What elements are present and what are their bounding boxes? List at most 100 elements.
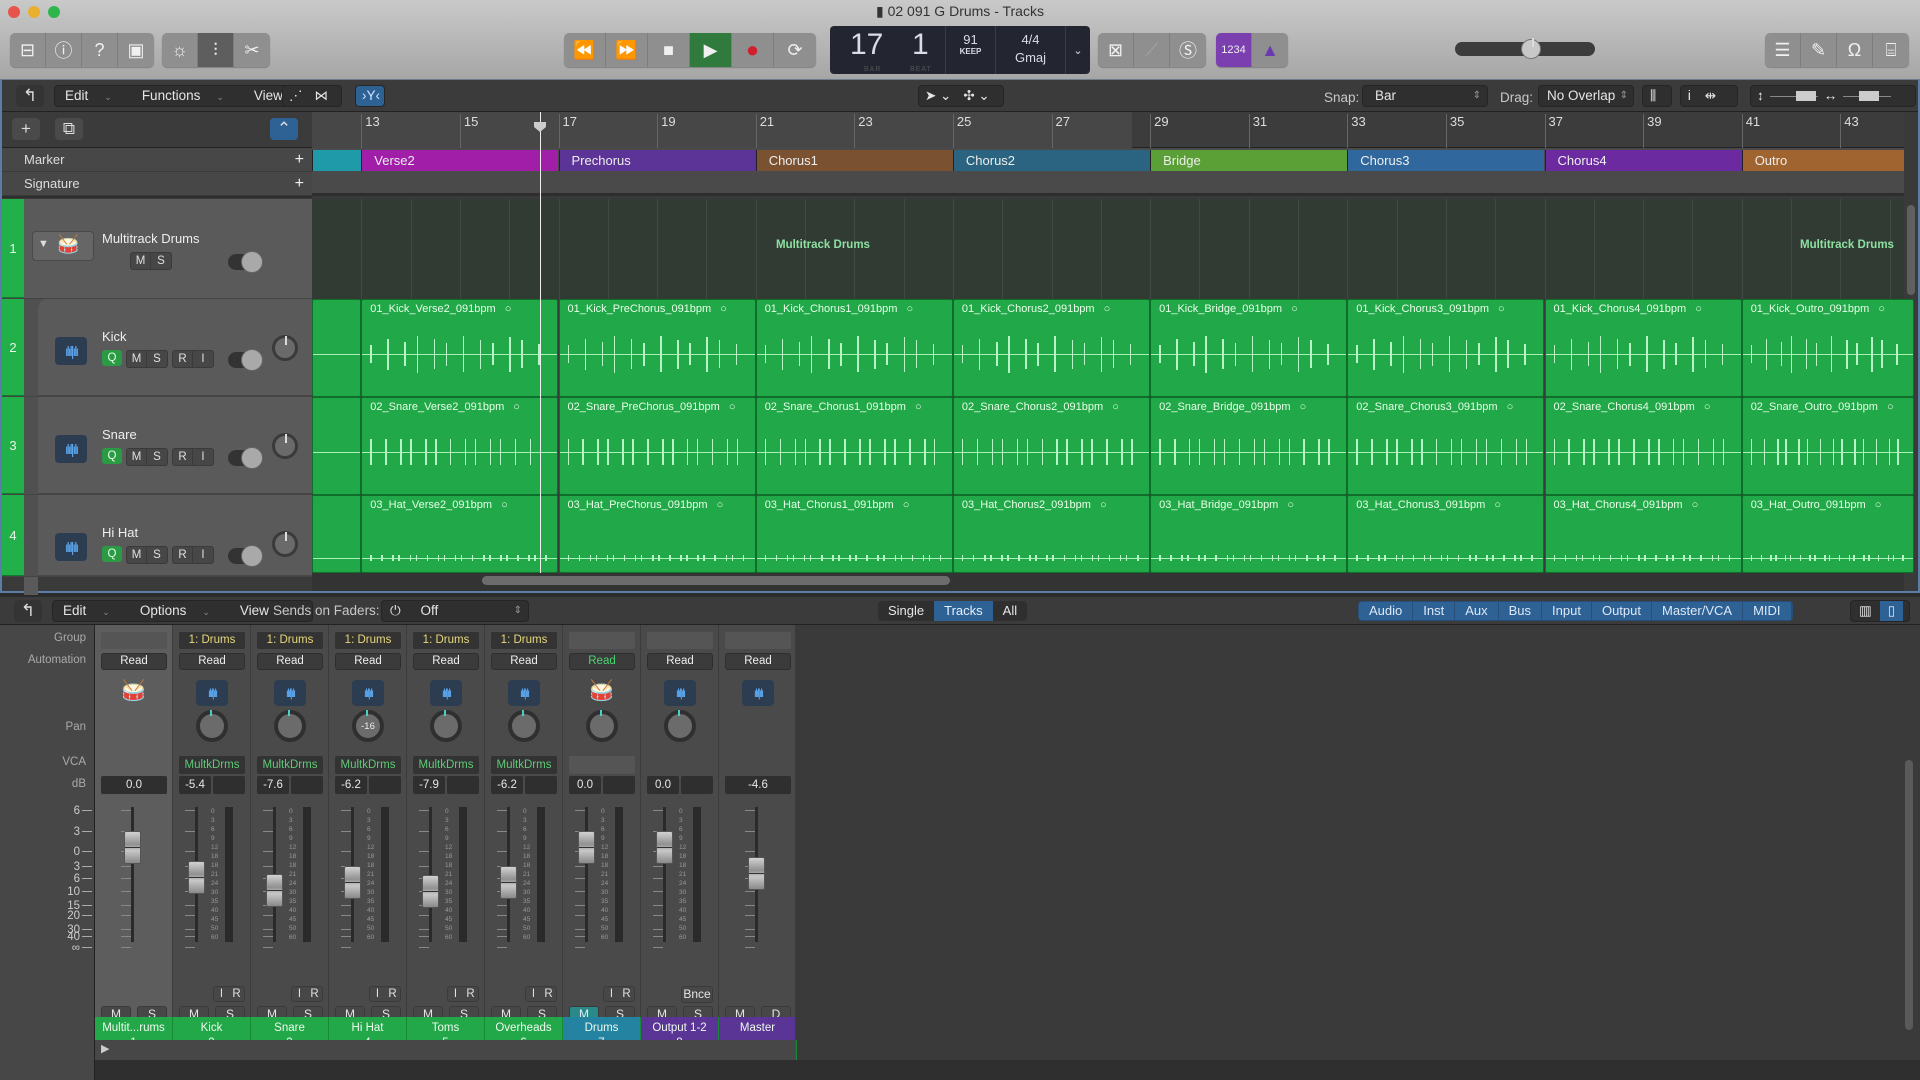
- waveform-zoom-icon[interactable]: ⫼: [1642, 85, 1672, 107]
- track-on-off-toggle[interactable]: [228, 251, 263, 273]
- loop-browser-icon[interactable]: Ω: [1837, 33, 1873, 67]
- input-monitor-button[interactable]: I: [193, 351, 213, 367]
- audio-region[interactable]: [312, 495, 362, 573]
- notepad-icon[interactable]: ✎: [1801, 33, 1837, 67]
- marker-chorus3[interactable]: Chorus3: [1347, 150, 1545, 171]
- marker-verse2[interactable]: Verse2: [361, 150, 559, 171]
- snap-select[interactable]: Bar ⇕: [1362, 85, 1488, 107]
- track-on-off-toggle[interactable]: [228, 447, 263, 469]
- quantize-lock-button[interactable]: Q: [102, 546, 122, 562]
- audio-region[interactable]: 02_Snare_Chorus3_091bpm: [1347, 397, 1545, 495]
- mute-button[interactable]: M: [131, 253, 151, 269]
- group-slot[interactable]: 1: Drums: [257, 632, 323, 649]
- track-header-1[interactable]: 1 ▼ 🥁 Multitrack Drums MS: [2, 199, 312, 299]
- editors-icon[interactable]: ✂: [234, 33, 270, 67]
- record-enable-button[interactable]: R: [541, 987, 556, 1001]
- pan-knob[interactable]: [272, 433, 298, 459]
- filter-tab-aux[interactable]: Aux: [1455, 602, 1499, 620]
- input-monitor-button[interactable]: I: [604, 987, 619, 1001]
- filter-tab-input[interactable]: Input: [1542, 602, 1592, 620]
- global-tracks-toggle[interactable]: ⌃: [270, 118, 298, 140]
- horizontal-scrollbar[interactable]: [482, 576, 950, 585]
- folder-icon-box[interactable]: ▼ 🥁: [32, 231, 94, 261]
- functions-menu[interactable]: Functions ⌄: [132, 86, 244, 106]
- input-monitor-button[interactable]: I: [214, 987, 229, 1001]
- cycle-range[interactable]: [312, 112, 1132, 148]
- fit-horizontal-icon[interactable]: ⇹: [1698, 86, 1723, 106]
- edit-menu[interactable]: Edit ⌄: [55, 86, 132, 106]
- master-volume-slider[interactable]: [1455, 38, 1595, 59]
- audio-region[interactable]: 02_Snare_Verse2_091bpm: [361, 397, 559, 495]
- automation-mode-button[interactable]: Read: [335, 653, 401, 670]
- record-enable-button[interactable]: R: [619, 987, 634, 1001]
- audio-region[interactable]: 01_Kick_Verse2_091bpm: [361, 299, 559, 397]
- cycle-icon[interactable]: ⟳: [774, 33, 816, 67]
- group-slot[interactable]: 1: Drums: [491, 632, 557, 649]
- volume-fader[interactable]: [748, 856, 765, 890]
- audio-region[interactable]: 02_Snare_PreChorus_091bpm: [558, 397, 756, 495]
- expand-arrow-icon[interactable]: ▶: [101, 1042, 109, 1055]
- drag-select[interactable]: No Overlap ⇕: [1538, 85, 1634, 107]
- flex-icon[interactable]: ⋈: [309, 86, 335, 106]
- mixer-icon[interactable]: ⫶: [198, 33, 234, 67]
- mixer-tab-tracks[interactable]: Tracks: [934, 601, 993, 621]
- marker-chorus4[interactable]: Chorus4: [1544, 150, 1742, 171]
- vertical-scrollbar[interactable]: [1907, 205, 1915, 295]
- marker-outro[interactable]: Outro: [1741, 150, 1904, 171]
- narrow-channels-icon[interactable]: ▯: [1879, 601, 1904, 621]
- record-enable-button[interactable]: R: [229, 987, 244, 1001]
- back-arrow-icon[interactable]: ↰: [16, 85, 44, 107]
- group-slot[interactable]: [569, 632, 635, 649]
- pan-knob[interactable]: [274, 710, 306, 742]
- audio-region[interactable]: 02_Snare_Outro_091bpm: [1741, 397, 1915, 495]
- solo-icon[interactable]: Ⓢ: [1170, 33, 1206, 67]
- group-slot[interactable]: 1: Drums: [335, 632, 401, 649]
- record-enable-button[interactable]: R: [385, 987, 400, 1001]
- audio-region[interactable]: 02_Snare_Bridge_091bpm: [1150, 397, 1348, 495]
- mixer-vertical-scrollbar[interactable]: [1905, 760, 1913, 1030]
- master-volume-handle[interactable]: [1521, 38, 1541, 59]
- fit-vertical-icon[interactable]: Ꭵ: [1681, 86, 1698, 106]
- add-signature-icon[interactable]: +: [295, 172, 304, 196]
- play-icon[interactable]: ▶: [690, 33, 732, 67]
- add-marker-icon[interactable]: +: [295, 148, 304, 172]
- volume-fader[interactable]: [656, 831, 673, 864]
- audio-region[interactable]: 02_Snare_Chorus4_091bpm: [1544, 397, 1742, 495]
- replace-icon[interactable]: ⊠: [1098, 33, 1134, 67]
- input-monitor-button[interactable]: I: [448, 987, 463, 1001]
- inspector-icon[interactable]: ⓘ: [46, 33, 82, 67]
- filter-tab-master-vca[interactable]: Master/VCA: [1652, 602, 1744, 620]
- rewind-icon[interactable]: ⏪: [564, 33, 606, 67]
- solo-button[interactable]: S: [147, 449, 167, 465]
- audio-region[interactable]: 03_Hat_Chorus1_091bpm: [755, 495, 953, 573]
- audio-region[interactable]: 03_Hat_Verse2_091bpm: [361, 495, 559, 573]
- filter-tab-bus[interactable]: Bus: [1499, 602, 1543, 620]
- volume-fader[interactable]: [344, 865, 361, 899]
- pan-knob[interactable]: [586, 710, 618, 742]
- automation-mode-button[interactable]: Read: [413, 653, 479, 670]
- automation-mode-button[interactable]: Read: [569, 653, 635, 670]
- toolbar-icon[interactable]: ▣: [118, 33, 154, 67]
- library-icon[interactable]: ⊟: [10, 33, 46, 67]
- edit-menu[interactable]: Edit ⌄: [53, 601, 130, 621]
- automation-mode-button[interactable]: Read: [491, 653, 557, 670]
- group-slot[interactable]: 1: Drums: [413, 632, 479, 649]
- mute-button[interactable]: M: [127, 449, 147, 465]
- filter-tab-inst[interactable]: Inst: [1413, 602, 1456, 620]
- fast-forward-icon[interactable]: ⏩: [606, 33, 648, 67]
- lcd-chevron-down-icon[interactable]: ⌄: [1065, 26, 1090, 74]
- filter-tab-audio[interactable]: Audio: [1359, 602, 1414, 620]
- volume-fader[interactable]: [188, 861, 205, 895]
- input-monitor-button[interactable]: I: [370, 987, 385, 1001]
- audio-region[interactable]: 03_Hat_Bridge_091bpm: [1150, 495, 1348, 573]
- bounce-button[interactable]: Bnce: [681, 986, 713, 1003]
- audio-region[interactable]: 03_Hat_PreChorus_091bpm: [558, 495, 756, 573]
- options-menu[interactable]: Options ⌄: [130, 601, 230, 621]
- audio-region[interactable]: 02_Snare_Chorus2_091bpm: [952, 397, 1151, 495]
- volume-fader[interactable]: [266, 873, 283, 907]
- quick-help-icon[interactable]: ?: [82, 33, 118, 67]
- track-header-4[interactable]: 4 ılıl|ılı Hi Hat Q M S R I: [2, 495, 312, 577]
- record-enable-button[interactable]: R: [173, 449, 193, 465]
- vca-slot[interactable]: MultkDrms: [413, 756, 479, 774]
- quantize-lock-button[interactable]: Q: [102, 350, 122, 366]
